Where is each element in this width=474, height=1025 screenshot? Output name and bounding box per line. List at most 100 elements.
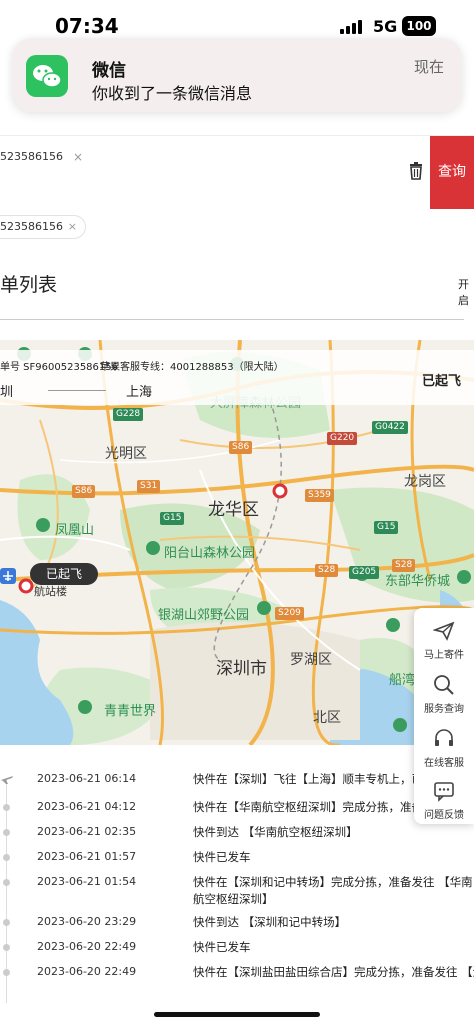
search-bar: 523586156 × 查询 [0, 135, 474, 208]
app-root: 07:34 5G 100 微信 你收到了一条微信消息 现在 523586156 … [0, 0, 474, 1025]
map-label-park: 船湾 [389, 669, 415, 688]
map-label-park: 凤凰山 [55, 519, 94, 538]
timeline-time: 2023-06-21 01:57 [37, 850, 136, 863]
timeline-dot [3, 879, 10, 886]
timeline-desc: 快件在【深圳和记中转场】完成分拣，准备发往 【华南航空枢纽深圳】 [193, 874, 474, 908]
search-tag-value: 523586156 [0, 150, 63, 163]
headset-icon [433, 728, 455, 750]
map-label-terminal: 航站楼 [34, 583, 67, 599]
timeline-time: 2023-06-21 01:54 [37, 875, 136, 888]
home-indicator[interactable] [154, 1012, 320, 1017]
side-item-label: 在线客服 [414, 754, 474, 769]
list-title: 单列表 [0, 270, 57, 297]
road-badge: G220 [327, 432, 357, 445]
map-label-park: 银湖山郊野公园 [158, 604, 249, 623]
signal-icon [340, 20, 364, 34]
road-badge: S86 [72, 485, 95, 498]
side-item-label: 问题反馈 [414, 806, 474, 821]
history-chip-value: 523586156 [0, 220, 63, 233]
map-label-park: 东部华侨城 [385, 570, 450, 589]
plane-icon [0, 772, 14, 786]
network-type: 5G [373, 17, 397, 36]
history-chip[interactable]: 523586156 × [0, 215, 86, 239]
timeline-time: 2023-06-21 04:12 [37, 800, 136, 813]
status-time: 07:34 [55, 14, 119, 38]
service-query-button[interactable]: 服务查询 [414, 666, 474, 718]
origin-city: 圳 [0, 381, 13, 400]
map-label-district: 龙华区 [208, 495, 259, 520]
side-item-label: 马上寄件 [414, 646, 474, 661]
notification-time: 现在 [414, 56, 444, 77]
route-line [48, 390, 106, 391]
timeline-row: 2023-06-21 01:54 快件在【深圳和记中转场】完成分拣，准备发往 【… [0, 873, 474, 909]
road-badge: G205 [349, 566, 379, 579]
timeline-time: 2023-06-21 06:14 [37, 772, 136, 785]
wechat-icon [26, 55, 68, 97]
map-label-district: 北区 [313, 707, 341, 727]
trash-icon[interactable] [408, 162, 424, 180]
timeline-dot [3, 969, 10, 976]
timeline-desc: 快件已发车 [193, 939, 474, 956]
road-badge: G15 [374, 521, 398, 534]
map-label-district: 龙岗区 [404, 471, 446, 491]
notification-message: 你收到了一条微信消息 [92, 80, 252, 104]
road-badge: S209 [275, 607, 304, 620]
road-badge: S28 [392, 559, 415, 572]
destination-city: 上海 [126, 381, 152, 400]
chat-icon [433, 780, 455, 802]
map-label-park: 青青世界 [104, 700, 156, 719]
road-badge: G15 [160, 512, 184, 525]
feedback-button[interactable]: 问题反馈 [414, 772, 474, 824]
flight-status-badge: 已起飞 [30, 563, 98, 585]
timeline-row: 2023-06-20 22:49 快件已发车 [0, 938, 474, 960]
road-badge: S31 [137, 480, 160, 493]
timeline-dot [3, 804, 10, 811]
notification-banner[interactable]: 微信 你收到了一条微信消息 现在 [12, 38, 462, 112]
tracking-timeline: 2023-06-21 06:14 快件在【深圳】飞往【上海】顺丰专机上，已 20… [0, 770, 474, 1020]
shipment-info-bar: 单号 SF9600523586156 苹果客服专线：4001288853（限大陆… [0, 350, 474, 405]
map-label-park: 阳台山森林公园 [164, 542, 255, 561]
timeline-dot [3, 944, 10, 951]
search-icon [433, 674, 455, 696]
timeline-time: 2023-06-20 22:49 [37, 940, 136, 953]
map-label-city: 深圳市 [216, 654, 267, 679]
timeline-desc: 快件到达 【华南航空枢纽深圳】 [193, 824, 474, 841]
timeline-desc: 快件到达 【深圳和记中转场】 [193, 914, 474, 931]
notification-app-name: 微信 [92, 56, 126, 81]
search-tag[interactable]: 523586156 × [0, 144, 83, 170]
road-badge: S359 [305, 489, 334, 502]
timeline-row: 2023-06-21 01:57 快件已发车 [0, 848, 474, 870]
timeline-desc: 快件在【深圳盐田盐田综合店】完成分拣，准备发往 【深 [193, 964, 474, 981]
road-badge: S28 [315, 564, 338, 577]
map-label-district: 光明区 [105, 443, 147, 463]
road-badge: G228 [113, 408, 143, 421]
timeline-row: 2023-06-21 04:12 快件在【华南航空枢纽深圳】完成分拣，准备 [0, 798, 474, 820]
timeline-time: 2023-06-20 23:29 [37, 915, 136, 928]
road-badge: G0422 [372, 421, 408, 434]
send-package-button[interactable]: 马上寄件 [414, 612, 474, 664]
search-button[interactable]: 查询 [430, 136, 474, 209]
side-item-label: 服务查询 [414, 700, 474, 715]
timeline-row: 2023-06-21 02:35 快件到达 【华南航空枢纽深圳】 [0, 823, 474, 845]
timeline-dot [3, 919, 10, 926]
toggle-label[interactable]: 开启 [458, 276, 474, 308]
timeline-desc: 快件已发车 [193, 849, 474, 866]
close-icon[interactable]: × [68, 216, 77, 238]
timeline-row: 2023-06-20 23:29 快件到达 【深圳和记中转场】 [0, 913, 474, 935]
timeline-dot [3, 829, 10, 836]
timeline-time: 2023-06-20 22:49 [37, 965, 136, 978]
divider [0, 319, 464, 320]
timeline-time: 2023-06-21 02:35 [37, 825, 136, 838]
close-icon[interactable]: × [73, 144, 83, 170]
shipment-status: 已起飞 [422, 370, 461, 389]
map-label-district: 罗湖区 [290, 649, 332, 669]
online-support-button[interactable]: 在线客服 [414, 720, 474, 772]
timeline-dot [3, 854, 10, 861]
road-badge: S86 [229, 441, 252, 454]
timeline-row: 2023-06-20 22:49 快件在【深圳盐田盐田综合店】完成分拣，准备发往… [0, 963, 474, 985]
side-menu: 马上寄件 服务查询 在线客服 问题反馈 [414, 608, 474, 824]
service-hotline: 苹果客服专线：4001288853（限大陆） [100, 358, 284, 373]
timeline-row: 2023-06-21 06:14 快件在【深圳】飞往【上海】顺丰专机上，已 [0, 770, 474, 792]
battery-icon: 100 [402, 16, 436, 36]
send-icon [433, 620, 455, 642]
